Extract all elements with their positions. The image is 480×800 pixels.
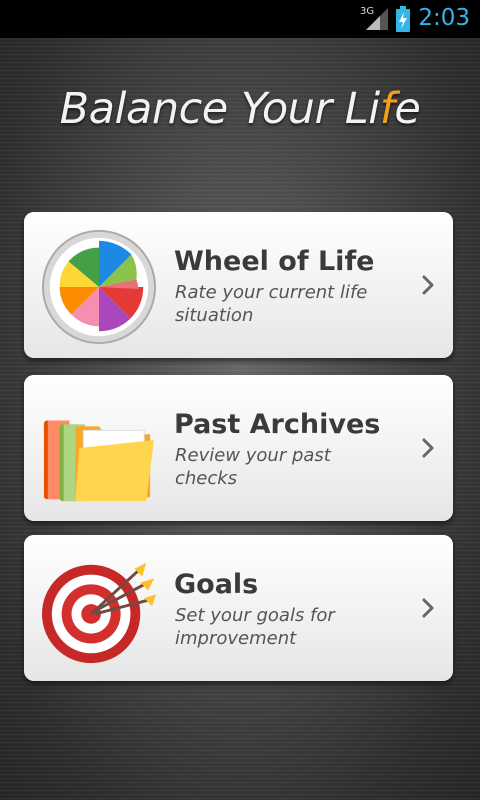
past-archives-subtitle: Review your past checks <box>175 445 331 489</box>
wheel-of-life-title: Wheel of Life <box>174 246 375 277</box>
status-bar: 3G 2:03 <box>0 0 480 38</box>
chevron-right-icon <box>422 438 434 458</box>
past-archives-title: Past Archives <box>174 409 381 440</box>
app-title: Balance Your Life <box>0 84 480 134</box>
past-archives-button[interactable]: Past Archives Review your past checks <box>24 375 453 521</box>
wheel-of-life-subtitle: Rate your current life situation <box>175 282 368 326</box>
app-title-accent: f <box>379 84 395 134</box>
wheel-of-life-button[interactable]: Wheel of Life Rate your current life sit… <box>24 212 453 358</box>
target-icon <box>41 562 157 664</box>
folders-icon <box>43 420 155 502</box>
goals-subtitle: Set your goals for improvement <box>175 605 335 649</box>
app-title-main: Balance Your Li <box>59 84 381 134</box>
app-title-end: e <box>394 84 421 134</box>
chevron-right-icon <box>422 598 434 618</box>
goals-title: Goals <box>174 569 259 600</box>
battery-charging-icon <box>396 6 410 32</box>
goals-button[interactable]: Goals Set your goals for improvement <box>24 535 453 681</box>
wheel-of-life-icon <box>41 229 157 345</box>
cell-signal-icon <box>366 8 388 30</box>
chevron-right-icon <box>422 275 434 295</box>
status-clock: 2:03 <box>418 5 470 31</box>
